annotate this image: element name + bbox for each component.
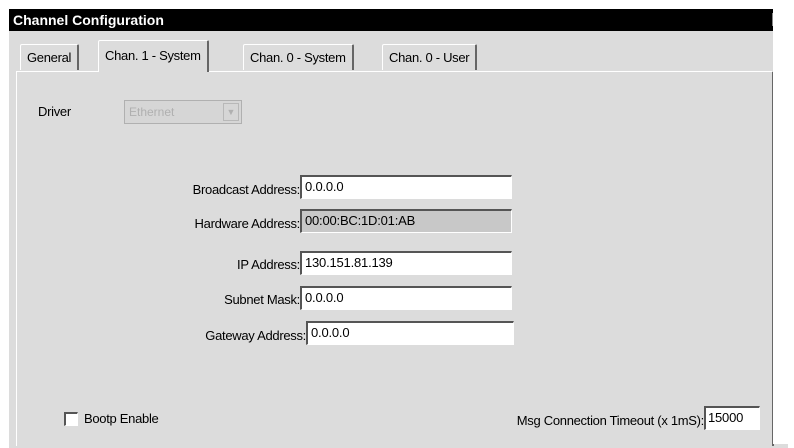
- window-title: Channel Configuration: [13, 12, 164, 28]
- hardware-address-label: Hardware Address:: [194, 216, 301, 231]
- tab-label: General: [27, 50, 72, 65]
- driver-value: Ethernet: [129, 105, 175, 119]
- subnet-mask-label: Subnet Mask:: [224, 292, 300, 307]
- chevron-down-icon: ▼: [223, 103, 239, 121]
- tab-label: Chan. 0 - User: [389, 50, 470, 65]
- msg-connection-timeout-label: Msg Connection Timeout (x 1mS):: [516, 413, 705, 428]
- tab-chan-0-system[interactable]: Chan. 0 - System: [243, 44, 354, 70]
- msg-connection-timeout-input[interactable]: 15000: [704, 406, 760, 430]
- tab-chan-0-user[interactable]: Chan. 0 - User: [382, 44, 478, 70]
- subnet-mask-input[interactable]: 0.0.0.0: [300, 286, 512, 310]
- broadcast-address-input[interactable]: 0.0.0.0: [300, 175, 512, 199]
- gateway-address-label: Gateway Address:: [205, 328, 306, 343]
- driver-label: Driver: [38, 104, 71, 119]
- broadcast-address-label: Broadcast Address:: [192, 182, 301, 197]
- tab-label: Chan. 0 - System: [250, 50, 346, 65]
- tab-general[interactable]: General: [20, 44, 80, 70]
- gateway-address-input[interactable]: 0.0.0.0: [306, 321, 514, 345]
- driver-select: Ethernet ▼: [124, 100, 242, 124]
- ip-address-label: IP Address:: [237, 257, 300, 272]
- tab-label: Chan. 1 - System: [105, 48, 201, 63]
- ip-address-input[interactable]: 130.151.81.139: [300, 251, 512, 275]
- bootp-enable-checkbox[interactable]: [64, 412, 78, 426]
- tab-chan-1-system[interactable]: Chan. 1 - System: [98, 40, 209, 72]
- bootp-enable-label: Bootp Enable: [84, 411, 159, 426]
- title-bar[interactable]: Channel Configuration ×: [9, 9, 789, 31]
- hardware-address-field: 00:00:BC:1D:01:AB: [300, 209, 512, 233]
- window-border: [773, 8, 794, 444]
